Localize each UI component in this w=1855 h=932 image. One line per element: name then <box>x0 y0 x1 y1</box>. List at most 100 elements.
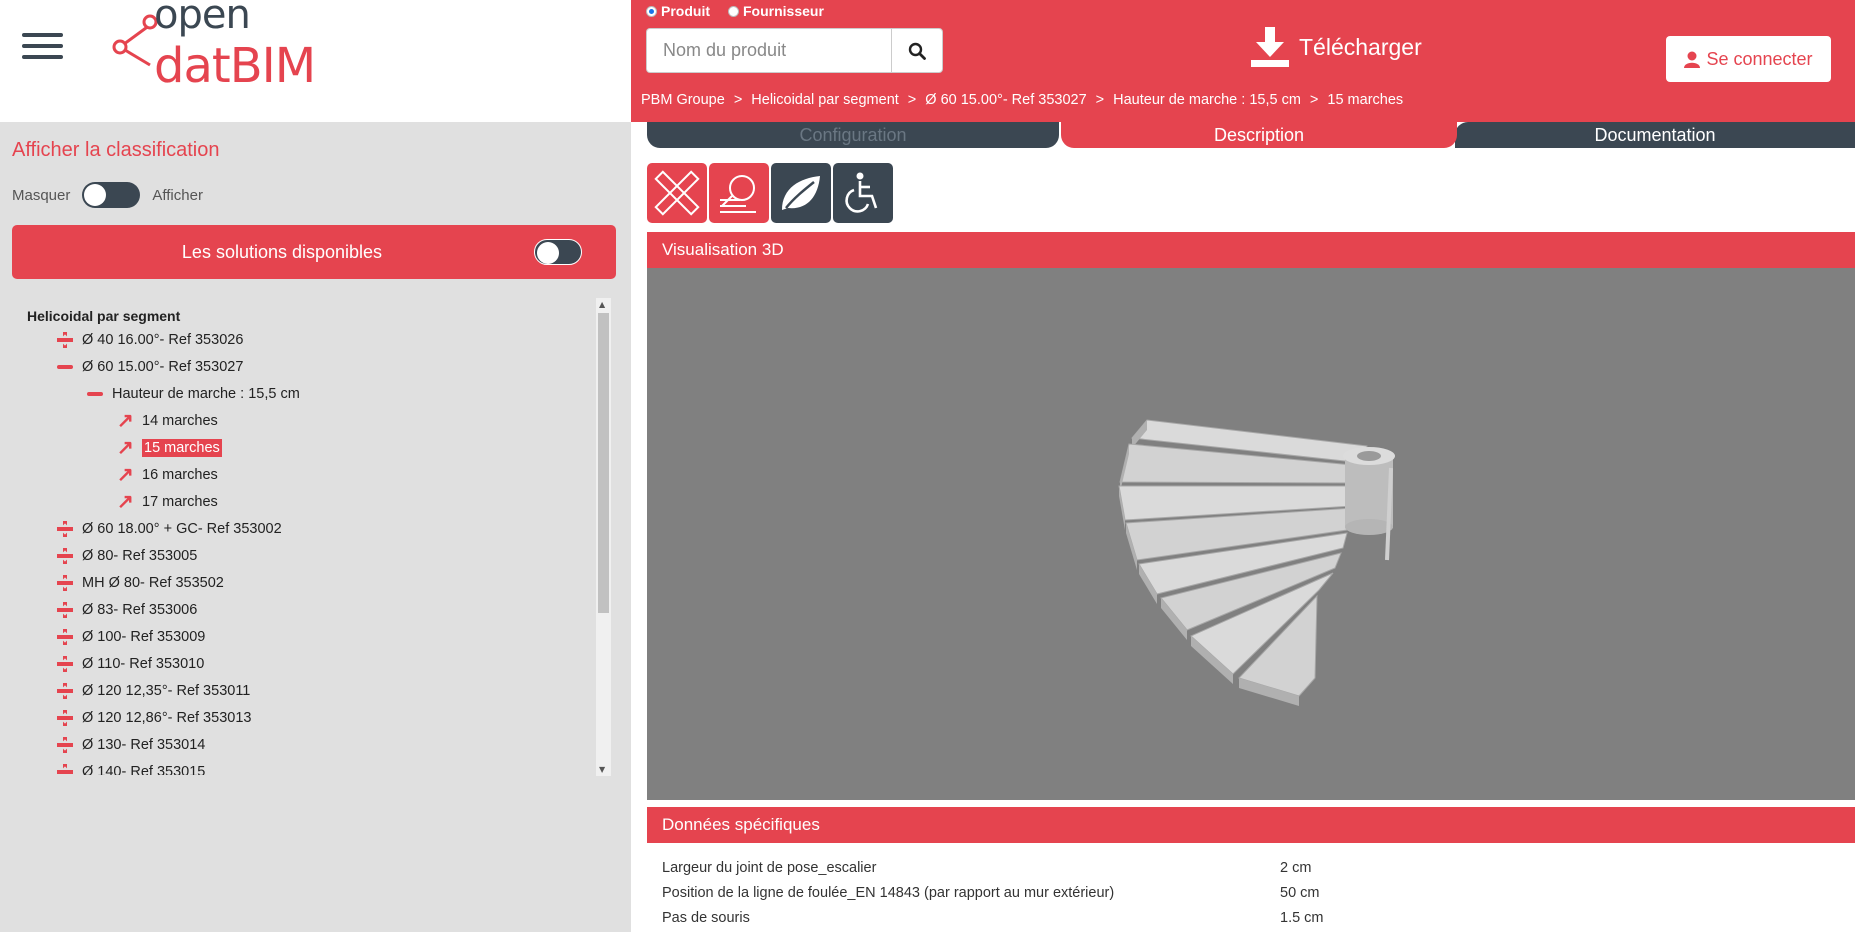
pencil-ruler-icon <box>654 170 700 216</box>
search-type-radios: Produit Fournisseur <box>646 3 842 19</box>
breadcrumb-separator: > <box>733 92 743 108</box>
collapse-icon[interactable] <box>57 359 73 375</box>
opendatbim-logo[interactable]: open datBIM <box>110 0 340 95</box>
breadcrumb: PBM Groupe > Helicoidal par segment > Ø … <box>641 92 1403 108</box>
download-label: Télécharger <box>1299 33 1422 60</box>
spec-value: 2 cm <box>1280 860 1312 876</box>
scroll-thumb[interactable] <box>598 313 609 613</box>
tree-item[interactable]: ↗ 15 marches <box>117 437 222 459</box>
tree-item[interactable]: Ø 140- Ref 353015 <box>57 761 205 775</box>
technical-data-button[interactable] <box>647 163 707 223</box>
radio-supplier-label[interactable]: Fournisseur <box>743 3 824 19</box>
specific-data-header: Données spécifiques <box>647 807 1855 843</box>
expand-icon[interactable] <box>57 683 73 699</box>
login-button[interactable]: Se connecter <box>1666 36 1831 82</box>
tree-item-label: Ø 60 18.00° + GC- Ref 353002 <box>82 521 282 537</box>
expand-icon[interactable] <box>57 575 73 591</box>
tree-item[interactable]: Ø 83- Ref 353006 <box>57 599 197 621</box>
scroll-up-icon[interactable]: ▲ <box>599 300 605 309</box>
classification-toggle[interactable] <box>82 182 141 208</box>
product-tabs: Configuration Documentation Description <box>647 122 1855 148</box>
tree-item[interactable]: ↗ 17 marches <box>117 491 218 513</box>
tree-item[interactable]: Ø 60 15.00°- Ref 353027 <box>57 356 243 378</box>
expand-icon[interactable] <box>57 629 73 645</box>
spec-key: Largeur du joint de pose_escalier <box>662 860 877 876</box>
collapse-icon[interactable] <box>87 386 103 402</box>
tab-documentation[interactable]: Documentation <box>1455 122 1855 148</box>
expand-icon[interactable] <box>57 521 73 537</box>
search-button[interactable] <box>891 28 943 73</box>
tab-configuration[interactable]: Configuration <box>647 122 1059 148</box>
logo-text-open: open <box>154 0 251 38</box>
tree-item-label: Ø 100- Ref 353009 <box>82 629 206 645</box>
feature-icon-row <box>647 163 895 223</box>
solutions-toggle[interactable] <box>534 239 582 265</box>
tree-item[interactable]: Ø 110- Ref 353010 <box>57 653 204 675</box>
tree-item[interactable]: ↗ 14 marches <box>117 410 218 432</box>
tree-item[interactable]: ↗ 16 marches <box>117 464 218 486</box>
viewer-header: Visualisation 3D <box>647 232 1855 268</box>
login-label: Se connecter <box>1706 48 1813 69</box>
download-button[interactable]: Télécharger <box>1251 22 1422 72</box>
expand-icon[interactable] <box>57 332 73 348</box>
expand-icon[interactable] <box>57 710 73 726</box>
spec-key: Pas de souris <box>662 910 750 926</box>
tree-item[interactable]: Ø 40 16.00°- Ref 353026 <box>57 329 243 351</box>
arrow-up-right-icon[interactable]: ↗ <box>117 492 134 512</box>
arrow-up-right-icon[interactable]: ↗ <box>117 438 134 458</box>
accessibility-button[interactable] <box>833 163 893 223</box>
solutions-label: Les solutions disponibles <box>181 242 383 262</box>
classification-title: Afficher la classification <box>12 139 220 161</box>
tree-item-label: Ø 40 16.00°- Ref 353026 <box>82 332 244 348</box>
spec-value: 1.5 cm <box>1280 910 1324 926</box>
tab-description[interactable]: Description <box>1061 122 1457 148</box>
radio-product[interactable] <box>646 5 657 17</box>
scroll-down-icon[interactable]: ▼ <box>599 765 605 774</box>
spec-row: Pas de souris 1.5 cm <box>662 910 1324 926</box>
tree-item-label: MH Ø 80- Ref 353502 <box>82 575 224 591</box>
solutions-bar[interactable]: Les solutions disponibles <box>12 225 616 279</box>
breadcrumb-item[interactable]: 15 marches <box>1327 92 1403 108</box>
inspection-button[interactable] <box>709 163 769 223</box>
expand-icon[interactable] <box>57 764 73 775</box>
arrow-up-right-icon[interactable]: ↗ <box>117 411 134 431</box>
tree-item[interactable]: Hauteur de marche : 15,5 cm <box>87 383 300 405</box>
tree-item-label: 16 marches <box>142 467 218 483</box>
tree-item[interactable]: Ø 60 18.00° + GC- Ref 353002 <box>57 518 282 540</box>
tree-item-label: Ø 130- Ref 353014 <box>82 737 206 753</box>
breadcrumb-item[interactable]: Hauteur de marche : 15,5 cm <box>1113 92 1301 108</box>
breadcrumb-item[interactable]: PBM Groupe <box>641 92 725 108</box>
tree-item[interactable]: Ø 120 12,35°- Ref 353011 <box>57 680 250 702</box>
expand-icon[interactable] <box>57 602 73 618</box>
expand-icon[interactable] <box>57 548 73 564</box>
tree-item-label: Hauteur de marche : 15,5 cm <box>112 386 300 402</box>
breadcrumb-item[interactable]: Ø 60 15.00°- Ref 353027 <box>925 92 1086 108</box>
menu-icon[interactable] <box>22 33 63 59</box>
tree-item[interactable]: Ø 80- Ref 353005 <box>57 545 197 567</box>
3d-viewer[interactable] <box>647 268 1855 800</box>
spec-row: Largeur du joint de pose_escalier 2 cm <box>662 860 1311 876</box>
tree-scrollbar[interactable]: ▲ ▼ <box>596 298 611 776</box>
download-icon <box>1251 27 1289 67</box>
magnifier-doc-icon <box>720 175 756 213</box>
radio-product-label[interactable]: Produit <box>661 3 710 19</box>
tree-root[interactable]: Helicoidal par segment <box>27 308 180 324</box>
tree-item-label: Ø 83- Ref 353006 <box>82 602 198 618</box>
arrow-up-right-icon[interactable]: ↗ <box>117 465 134 485</box>
classification-toggle-row: Masquer Afficher <box>12 181 203 209</box>
tree-item[interactable]: Ø 120 12,86°- Ref 353013 <box>57 707 251 729</box>
wheelchair-icon <box>845 172 878 213</box>
radio-supplier[interactable] <box>728 5 739 17</box>
tree-item[interactable]: Ø 100- Ref 353009 <box>57 626 205 648</box>
top-header: Produit Fournisseur Télécharger Se conne… <box>631 0 1855 122</box>
expand-icon[interactable] <box>57 656 73 672</box>
breadcrumb-item[interactable]: Helicoidal par segment <box>751 92 899 108</box>
expand-icon[interactable] <box>57 737 73 753</box>
classification-tree: Helicoidal par segment Ø 40 16.00°- Ref … <box>12 295 612 775</box>
breadcrumb-separator: > <box>907 92 917 108</box>
environment-button[interactable] <box>771 163 831 223</box>
product-search-input[interactable] <box>646 28 891 73</box>
tree-item[interactable]: Ø 130- Ref 353014 <box>57 734 205 756</box>
tree-item-label: 14 marches <box>142 413 218 429</box>
tree-item[interactable]: MH Ø 80- Ref 353502 <box>57 572 224 594</box>
